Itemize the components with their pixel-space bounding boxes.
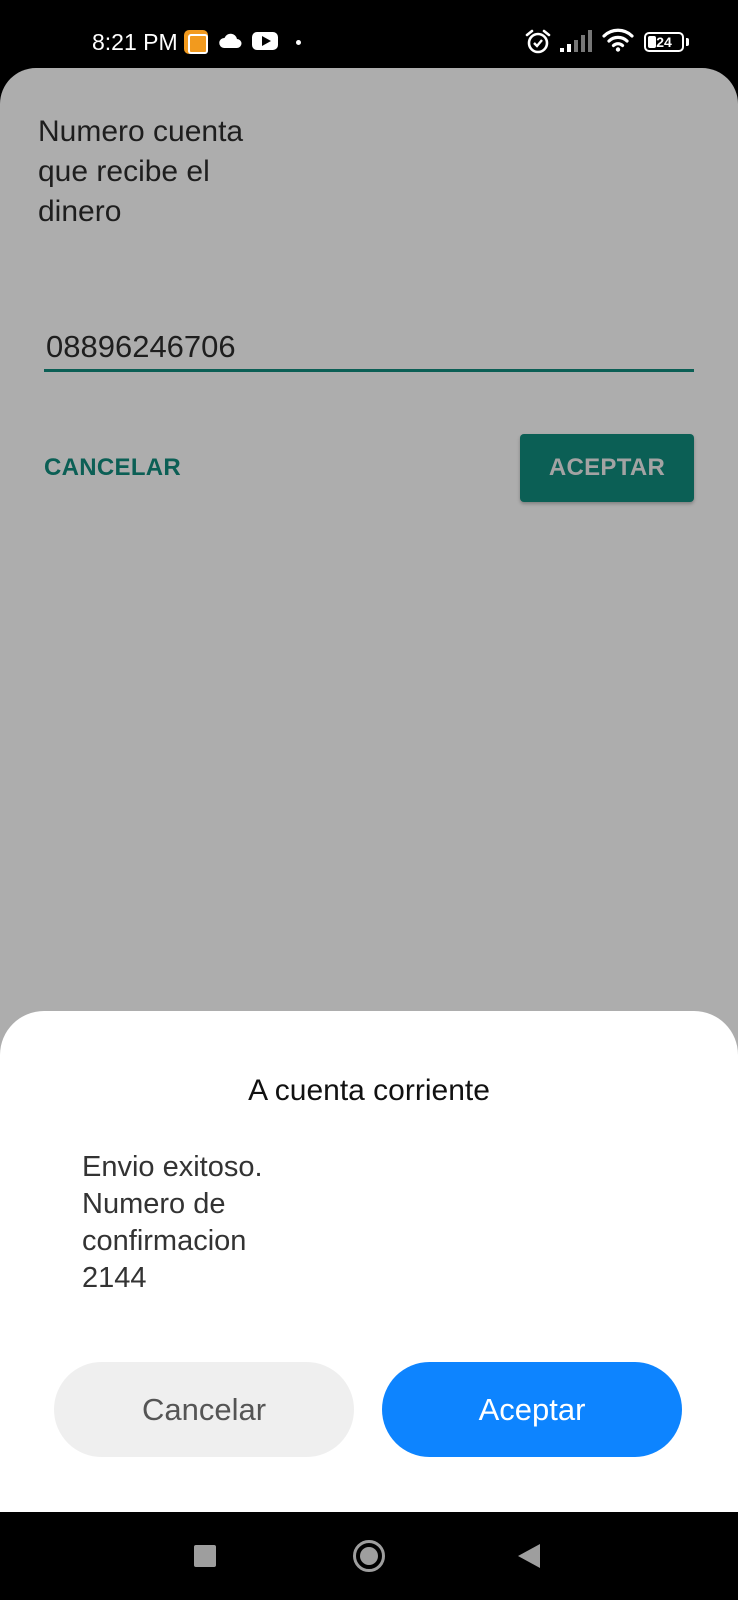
accept-button[interactable]: ACEPTAR [520, 434, 694, 502]
dot-icon [296, 40, 301, 45]
back-icon[interactable] [518, 1544, 540, 1568]
dialog-cancel-button[interactable]: Cancelar [54, 1362, 354, 1457]
confirmation-dialog: A cuenta corriente Envio exitoso. Numero… [0, 1011, 738, 1512]
account-number-input[interactable] [44, 324, 694, 372]
home-icon[interactable] [353, 1540, 385, 1572]
signal-icon [560, 30, 592, 57]
wifi-icon [602, 28, 634, 57]
status-time: 8:21 PM [92, 29, 178, 55]
account-prompt-label: Numero cuenta que recibe el dinero [38, 115, 244, 228]
battery-level: 24 [656, 34, 672, 50]
battery-icon: 24 [644, 32, 684, 52]
cancel-button[interactable]: CANCELAR [44, 448, 181, 488]
app-notification-icon [184, 30, 208, 54]
status-bar: 8:21 PM 24 [0, 0, 738, 68]
youtube-icon [252, 32, 278, 50]
navigation-bar [0, 1512, 738, 1600]
battery-cap [686, 38, 689, 46]
dialog-title: A cuenta corriente [248, 1074, 490, 1107]
dialog-accept-button[interactable]: Aceptar [382, 1362, 682, 1457]
cloud-icon [218, 33, 242, 54]
alarm-icon [524, 28, 552, 61]
dialog-message: Envio exitoso. Numero de confirmacion 21… [82, 1151, 263, 1294]
recents-icon[interactable] [194, 1545, 216, 1567]
